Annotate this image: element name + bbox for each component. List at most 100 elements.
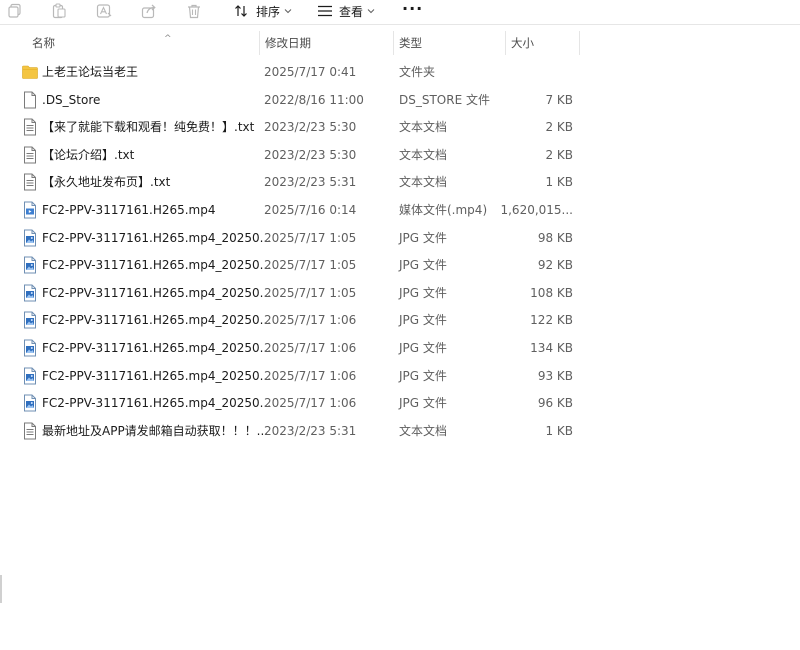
file-type: DS_STORE 文件 (399, 93, 490, 107)
file-name: 【论坛介绍】.txt (42, 148, 135, 162)
file-size: 93 KB (537, 369, 573, 383)
file-type: 文件夹 (399, 65, 436, 79)
column-name-label: 名称 (32, 36, 55, 50)
file-name: FC2-PPV-3117161.H265.mp4_20250... (42, 286, 272, 300)
file-type: 文本文档 (399, 120, 448, 134)
file-date: 2025/7/17 1:06 (264, 369, 357, 383)
file-row[interactable]: .DS_Store 2022/8/16 11:00 DS_STORE 文件 7 KB (16, 87, 586, 113)
file-row[interactable]: 上老王论坛当老王 2025/7/17 0:41 文件夹 (16, 59, 586, 85)
file-row[interactable]: FC2-PPV-3117161.H265.mp4_20250... 2025/7/… (16, 335, 586, 361)
file-date: 2025/7/16 0:14 (264, 203, 357, 217)
file-size: 1 KB (545, 424, 573, 438)
file-name: 【来了就能下载和观看！纯免费！】.txt (42, 120, 255, 134)
file-row[interactable]: FC2-PPV-3117161.H265.mp4_20250... 2025/7/… (16, 280, 586, 306)
file-size: 96 KB (537, 396, 573, 410)
view-list-icon (317, 4, 333, 18)
column-header-type[interactable]: 类型 (393, 31, 506, 55)
file-size: 92 KB (537, 258, 573, 272)
column-header-name[interactable]: 名称 ^ (26, 31, 260, 55)
file-name: FC2-PPV-3117161.H265.mp4_20250... (42, 231, 272, 245)
file-size: 134 KB (530, 341, 573, 355)
file-type: JPG 文件 (399, 258, 447, 272)
file-row[interactable]: 【论坛介绍】.txt 2023/2/23 5:30 文本文档 2 KB (16, 142, 586, 168)
file-name: FC2-PPV-3117161.H265.mp4_20250... (42, 369, 272, 383)
image-file-icon (22, 229, 38, 247)
file-date: 2025/7/17 0:41 (264, 65, 357, 79)
file-date: 2025/7/17 1:05 (264, 231, 357, 245)
chevron-down-icon (367, 8, 375, 14)
text-file-icon (22, 146, 38, 164)
file-name: 【永久地址发布页】.txt (42, 175, 171, 189)
file-type: 媒体文件(.mp4) (399, 203, 488, 217)
sort-label: 排序 (256, 4, 281, 19)
file-size: 2 KB (545, 120, 573, 134)
file-row[interactable]: FC2-PPV-3117161.H265.mp4 2025/7/16 0:14 媒体… (16, 197, 586, 223)
image-file-icon (22, 256, 38, 274)
file-name: FC2-PPV-3117161.H265.mp4_20250... (42, 396, 272, 410)
file-row[interactable]: FC2-PPV-3117161.H265.mp4_20250... 2025/7/… (16, 252, 586, 278)
paste-icon[interactable] (49, 2, 69, 20)
rename-icon[interactable] (94, 2, 114, 20)
file-size: 1 KB (545, 175, 573, 189)
view-button[interactable]: 查看 (317, 1, 375, 21)
copy-icon[interactable] (5, 2, 25, 20)
file-type: JPG 文件 (399, 396, 447, 410)
column-header-size[interactable]: 大小 (505, 31, 580, 55)
file-name: 最新地址及APP请发邮箱自动获取！！！... (42, 424, 269, 438)
file-date: 2023/2/23 5:31 (264, 175, 357, 189)
text-file-icon (22, 118, 38, 136)
file-row[interactable]: FC2-PPV-3117161.H265.mp4_20250... 2025/7/… (16, 307, 586, 333)
image-file-icon (22, 394, 38, 412)
column-header-date[interactable]: 修改日期 (259, 31, 394, 55)
text-file-icon (22, 422, 38, 440)
delete-icon[interactable] (184, 2, 204, 20)
folder-icon (22, 63, 38, 81)
video-file-icon (22, 201, 38, 219)
file-explorer-window: 排序 查看 ··· 名称 ^ 修改日期 类型 大小 上老王论坛当老王 2025/… (0, 0, 800, 650)
file-date: 2025/7/17 1:06 (264, 341, 357, 355)
image-file-icon (22, 339, 38, 357)
column-date-label: 修改日期 (265, 36, 311, 50)
file-date: 2025/7/17 1:05 (264, 258, 357, 272)
file-date: 2023/2/23 5:30 (264, 120, 357, 134)
file-name: FC2-PPV-3117161.H265.mp4_20250... (42, 313, 272, 327)
sort-icon (234, 4, 250, 18)
sort-ascending-icon: ^ (164, 34, 172, 44)
file-size: 2 KB (545, 148, 573, 162)
share-icon[interactable] (139, 2, 159, 20)
view-label: 查看 (339, 4, 364, 19)
file-name: FC2-PPV-3117161.H265.mp4_20250... (42, 341, 272, 355)
file-date: 2025/7/17 1:05 (264, 286, 357, 300)
file-row[interactable]: 【来了就能下载和观看！纯免费！】.txt 2023/2/23 5:30 文本文档 2 … (16, 114, 586, 140)
file-type: 文本文档 (399, 424, 448, 438)
more-options-button[interactable]: ··· (402, 0, 423, 20)
file-date: 2025/7/17 1:06 (264, 396, 357, 410)
scroll-edge (0, 575, 2, 603)
file-row[interactable]: 【永久地址发布页】.txt 2023/2/23 5:31 文本文档 1 KB (16, 169, 586, 195)
image-file-icon (22, 367, 38, 385)
file-date: 2023/2/23 5:30 (264, 148, 357, 162)
file-row[interactable]: FC2-PPV-3117161.H265.mp4_20250... 2025/7/… (16, 390, 586, 416)
file-type: JPG 文件 (399, 313, 447, 327)
file-name: 上老王论坛当老王 (42, 65, 139, 79)
text-file-icon (22, 173, 38, 191)
file-type: 文本文档 (399, 175, 448, 189)
chevron-down-icon (284, 8, 292, 14)
file-type: 文本文档 (399, 148, 448, 162)
command-bar: 排序 查看 ··· (0, 0, 800, 25)
file-name: FC2-PPV-3117161.H265.mp4 (42, 203, 216, 217)
column-header: 名称 ^ 修改日期 类型 大小 (0, 31, 800, 55)
file-size: 1,620,015... (500, 203, 573, 217)
file-row[interactable]: 最新地址及APP请发邮箱自动获取！！！... 2023/2/23 5:31 文本文档… (16, 418, 586, 444)
file-type: JPG 文件 (399, 286, 447, 300)
file-size: 7 KB (545, 93, 573, 107)
file-row[interactable]: FC2-PPV-3117161.H265.mp4_20250... 2025/7/… (16, 225, 586, 251)
file-size: 122 KB (530, 313, 573, 327)
column-size-label: 大小 (511, 36, 534, 50)
file-type: JPG 文件 (399, 341, 447, 355)
column-type-label: 类型 (399, 36, 422, 50)
image-file-icon (22, 311, 38, 329)
file-size: 108 KB (530, 286, 573, 300)
file-row[interactable]: FC2-PPV-3117161.H265.mp4_20250... 2025/7/… (16, 363, 586, 389)
sort-button[interactable]: 排序 (234, 1, 292, 21)
